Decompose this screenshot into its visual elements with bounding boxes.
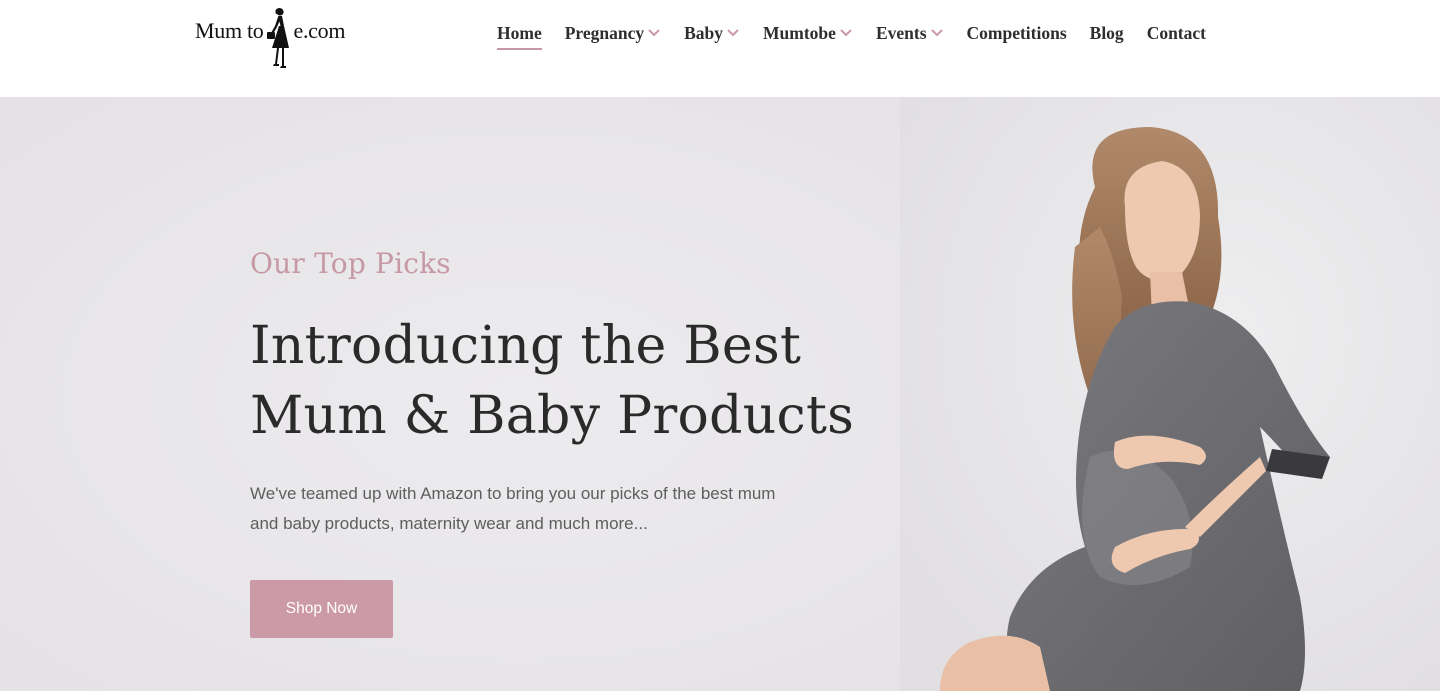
site-logo[interactable]: Mum to e.com — [195, 6, 360, 70]
pregnant-woman-photo — [900, 97, 1440, 691]
nav-item-label: Pregnancy — [564, 22, 645, 43]
main-nav: Home Pregnancy Baby Mumtobe Events Compe… — [497, 0, 1206, 66]
hero-banner: Our Top Picks Introducing the Best Mum &… — [0, 97, 1440, 691]
hero-kicker: Our Top Picks — [250, 247, 451, 280]
nav-item-label: Contact — [1146, 22, 1206, 43]
nav-item-events[interactable]: Events — [876, 23, 944, 44]
chevron-down-icon — [840, 29, 852, 37]
hero-title: Introducing the Best Mum & Baby Products — [250, 311, 890, 451]
nav-item-label: Events — [875, 22, 927, 43]
nav-item-label: Competitions — [966, 22, 1067, 43]
nav-item-competitions[interactable]: Competitions — [967, 23, 1067, 44]
nav-item-blog[interactable]: Blog — [1090, 23, 1124, 44]
chevron-down-icon — [930, 29, 943, 37]
chevron-down-icon — [727, 29, 739, 37]
chevron-down-icon — [648, 29, 660, 37]
logo-text-end: e.com — [293, 18, 346, 43]
nav-item-label: Home — [497, 22, 542, 43]
hero-description-line-1: We've teamed up with Amazon to bring you… — [250, 484, 776, 503]
nav-item-label: Baby — [684, 22, 724, 43]
hero-title-line-2: Mum & Baby Products — [250, 386, 855, 446]
hero-description-line-2: and baby products, maternity wear and mu… — [250, 514, 648, 533]
nav-item-label: Mumtobe — [763, 22, 836, 43]
hero-title-line-1: Introducing the Best — [250, 316, 802, 376]
hero-description: We've teamed up with Amazon to bring you… — [250, 479, 830, 539]
logo-text-start: Mum to — [195, 18, 264, 43]
woman-silhouette-icon — [266, 8, 289, 68]
nav-item-baby[interactable]: Baby — [684, 23, 740, 44]
nav-item-label: Blog — [1089, 22, 1124, 43]
site-header: Mum to e.com Home Pregnancy Baby Mumtobe… — [0, 0, 1440, 97]
nav-item-home[interactable]: Home — [497, 22, 542, 50]
nav-item-contact[interactable]: Contact — [1147, 23, 1206, 44]
nav-item-mumtobe[interactable]: Mumtobe — [763, 23, 853, 44]
nav-item-pregnancy[interactable]: Pregnancy — [565, 23, 661, 44]
shop-now-button[interactable]: Shop Now — [250, 580, 393, 638]
